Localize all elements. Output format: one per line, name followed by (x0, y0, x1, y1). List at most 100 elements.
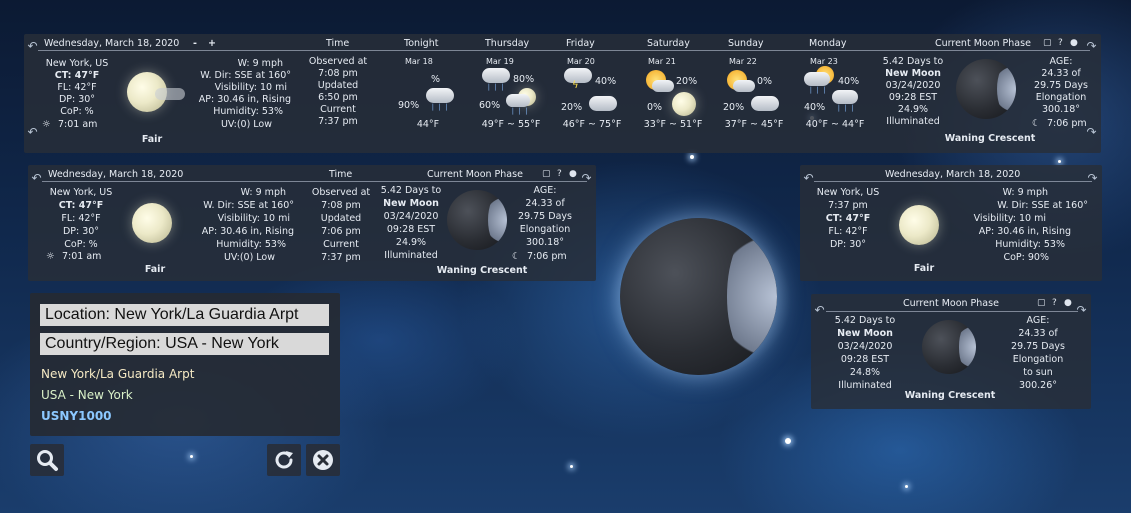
moon-age: 24.33 of (1018, 328, 1058, 339)
visibility: Visibility: 10 mi (214, 82, 287, 93)
date-header: Wednesday, March 18, 2020 (885, 169, 1021, 180)
current-label: Current (323, 239, 359, 250)
chance-precip: CoP: % (60, 106, 94, 117)
observed-time: 7:08 pm (318, 68, 358, 79)
moon-elongation-deg: 300.18° (1042, 104, 1080, 115)
moon-time: 09:28 EST (888, 92, 938, 103)
help-icon[interactable]: ? (1052, 298, 1057, 308)
moon-age-label: AGE: (1049, 56, 1073, 67)
humidity: Humidity: 53% (216, 239, 286, 250)
rotate-left-icon[interactable]: ↶ (26, 40, 39, 53)
location-field[interactable]: Location: New York/La Guardia Arpt (40, 304, 329, 326)
drop-icon[interactable]: ● (1070, 38, 1078, 48)
thunderstorm-icon: ϟ (562, 66, 594, 94)
updated-label: Updated (320, 213, 362, 224)
moon-phase-header: Current Moon Phase (935, 38, 1031, 49)
forecast-temp: 37°F ~ 45°F (724, 119, 784, 130)
dew-point: DP: 30° (58, 94, 96, 105)
moon-illum-label: Illuminated (384, 250, 438, 261)
moon-phase-header: Current Moon Phase (427, 169, 523, 180)
search-button[interactable] (30, 444, 64, 476)
forecast-pct2: 20% (723, 102, 745, 113)
forecast-pct2: 90% (398, 100, 420, 111)
rain-cloud-icon: ❘❘❘ (830, 88, 862, 116)
forecast-pct: 40% (595, 76, 617, 87)
uv-index: UV:(0) Low (223, 252, 275, 263)
drop-icon[interactable]: ● (1064, 298, 1072, 308)
rotate-right-icon[interactable]: ↷ (1075, 304, 1088, 317)
wind: W: 9 mph (240, 187, 286, 198)
rain-cloud-icon: ❘❘❘ (424, 88, 456, 116)
drop-icon[interactable]: ● (569, 169, 577, 179)
forecast-pct2: 40% (804, 102, 826, 113)
forecast-pct: % (431, 74, 441, 85)
moonset-icon: ☾ (512, 251, 521, 262)
close-icon (313, 450, 333, 470)
forecast-temp: 46°F ~ 75°F (562, 119, 622, 130)
condition: Fair (913, 263, 935, 274)
moon-phase-header: Current Moon Phase (903, 298, 999, 309)
pressure: AP: 30.46 in, Rising (198, 94, 291, 105)
location-name[interactable]: New York/La Guardia Arpt (41, 367, 194, 381)
toggle-icon[interactable]: ▢ (542, 169, 551, 179)
current-temp: CT: 47°F (825, 213, 871, 224)
visibility: Visibility: 10 mi (217, 213, 290, 224)
moonset-icon: ☾ (1032, 118, 1041, 129)
star (1058, 160, 1061, 163)
dew-point: DP: 30° (62, 226, 100, 237)
sunrise: 7:01 am (62, 251, 102, 262)
search-icon (37, 450, 58, 471)
rotate-right-icon[interactable]: ↷ (1085, 40, 1098, 53)
rotate-right-icon[interactable]: ↷ (1085, 126, 1098, 139)
cloudy-icon (749, 92, 781, 116)
day-monday: Monday (809, 38, 847, 49)
help-icon[interactable]: ? (557, 169, 562, 179)
moon-elongation: Elongation (519, 224, 571, 235)
rotate-left-icon[interactable]: ↶ (26, 126, 39, 139)
star (905, 485, 908, 488)
rotate-left-icon[interactable]: ↶ (813, 304, 826, 317)
humidity: Humidity: 53% (213, 106, 283, 117)
zoom-out-button[interactable]: - (193, 38, 197, 49)
location-region[interactable]: USA - New York (41, 388, 133, 402)
humidity: Humidity: 53% (995, 239, 1065, 250)
moon-date: 03/24/2020 (837, 341, 893, 352)
moon-phase-name: Waning Crescent (436, 265, 528, 276)
updated-time: 7:06 pm (321, 226, 361, 237)
feels-like: FL: 42°F (61, 213, 101, 224)
clear-night-icon (899, 205, 939, 245)
rotate-left-icon[interactable]: ↶ (30, 172, 43, 185)
time-header: Time (329, 169, 353, 180)
rotate-right-icon[interactable]: ↷ (1086, 172, 1099, 185)
moon-age-days: 29.75 Days (1034, 80, 1088, 91)
moon-phase-image (956, 59, 1016, 119)
forecast-pct2: 20% (561, 102, 583, 113)
refresh-button[interactable] (267, 444, 301, 476)
forecast-pct: 20% (676, 76, 698, 87)
toggle-icon[interactable]: ▢ (1037, 298, 1046, 308)
country-region-field[interactable]: Country/Region: USA - New York (40, 333, 329, 355)
forecast-pct: 40% (838, 76, 860, 87)
city: New York, US (45, 58, 109, 69)
condition: Fair (141, 134, 163, 145)
time-header: Time (326, 38, 350, 49)
rotate-left-icon[interactable]: ↶ (802, 172, 815, 185)
refresh-icon (275, 451, 293, 469)
observed-label: Observed at (308, 56, 368, 67)
day-saturday: Saturday (647, 38, 690, 49)
toggle-icon[interactable]: ▢ (1043, 38, 1052, 48)
close-button[interactable] (306, 444, 340, 476)
moon-days-to: 5.42 Days to (882, 56, 944, 67)
moon-to-sun: to sun (1023, 367, 1053, 378)
moon-elongation-deg: 300.26° (1019, 380, 1057, 391)
moon-time: 09:28 EST (386, 224, 436, 235)
location-code[interactable]: USNY1000 (41, 409, 112, 423)
help-icon[interactable]: ? (1058, 38, 1063, 48)
rotate-right-icon[interactable]: ↷ (580, 172, 593, 185)
moon-illum: 24.8% (849, 367, 881, 378)
moon-elongation: Elongation (1012, 354, 1064, 365)
star (570, 465, 573, 468)
moon-elongation: Elongation (1035, 92, 1087, 103)
night-rain-icon: ❘❘❘ (506, 88, 538, 116)
zoom-in-button[interactable]: + (208, 38, 216, 49)
